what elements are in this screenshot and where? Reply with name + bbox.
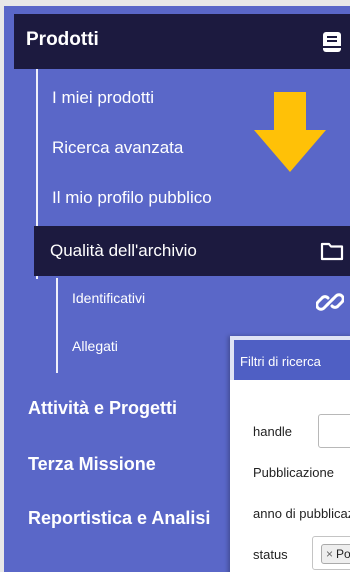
sidebar: Prodotti I miei prodotti Ricerca avanzat… <box>0 0 350 572</box>
sidebar-item-ricerca-avanzata[interactable]: Ricerca avanzata <box>52 138 183 158</box>
status-label: status <box>253 547 288 562</box>
tag-remove-icon[interactable]: × <box>326 547 333 561</box>
handle-label: handle <box>253 424 293 439</box>
filters-panel-title: Filtri di ricerca <box>240 354 321 369</box>
pubblicazione-label: Pubblicazione <box>253 465 334 480</box>
status-tag: ×Pot <box>321 544 350 564</box>
link-icon[interactable] <box>316 290 344 314</box>
sidebar-item-miei-prodotti[interactable]: I miei prodotti <box>52 88 154 108</box>
sidebar-section-attivita-progetti[interactable]: Attività e Progetti <box>28 398 177 419</box>
handle-input[interactable] <box>318 414 350 448</box>
status-tag-label: Pot <box>336 547 350 561</box>
filters-panel-header: Filtri di ricerca <box>230 336 350 380</box>
sidebar-subitem-allegati[interactable]: Allegati <box>72 338 118 354</box>
sidebar-header-label: Prodotti <box>26 29 99 50</box>
anno-pubblicazione-label: anno di pubblicazione <box>253 506 350 521</box>
sidebar-header-prodotti[interactable]: Prodotti <box>14 14 350 69</box>
status-select[interactable]: ×Pot <box>312 536 350 570</box>
sidebar-section-reportistica[interactable]: Reportistica e Analisi <box>28 508 210 529</box>
subsubmenu-divider <box>56 278 58 373</box>
sidebar-item-profilo-pubblico[interactable]: Il mio profilo pubblico <box>52 188 212 208</box>
search-filters-panel: Filtri di ricerca handle Pubblicazione a… <box>230 336 350 572</box>
sidebar-subitem-identificativi[interactable]: Identificativi <box>72 290 145 306</box>
sidebar-item-label: Qualità dell'archivio <box>50 241 197 260</box>
folder-icon <box>320 242 344 261</box>
down-arrow-icon <box>254 92 326 172</box>
book-icon <box>323 32 341 52</box>
sidebar-item-qualita-archivio[interactable]: Qualità dell'archivio <box>34 226 350 276</box>
sidebar-section-terza-missione[interactable]: Terza Missione <box>28 454 156 475</box>
